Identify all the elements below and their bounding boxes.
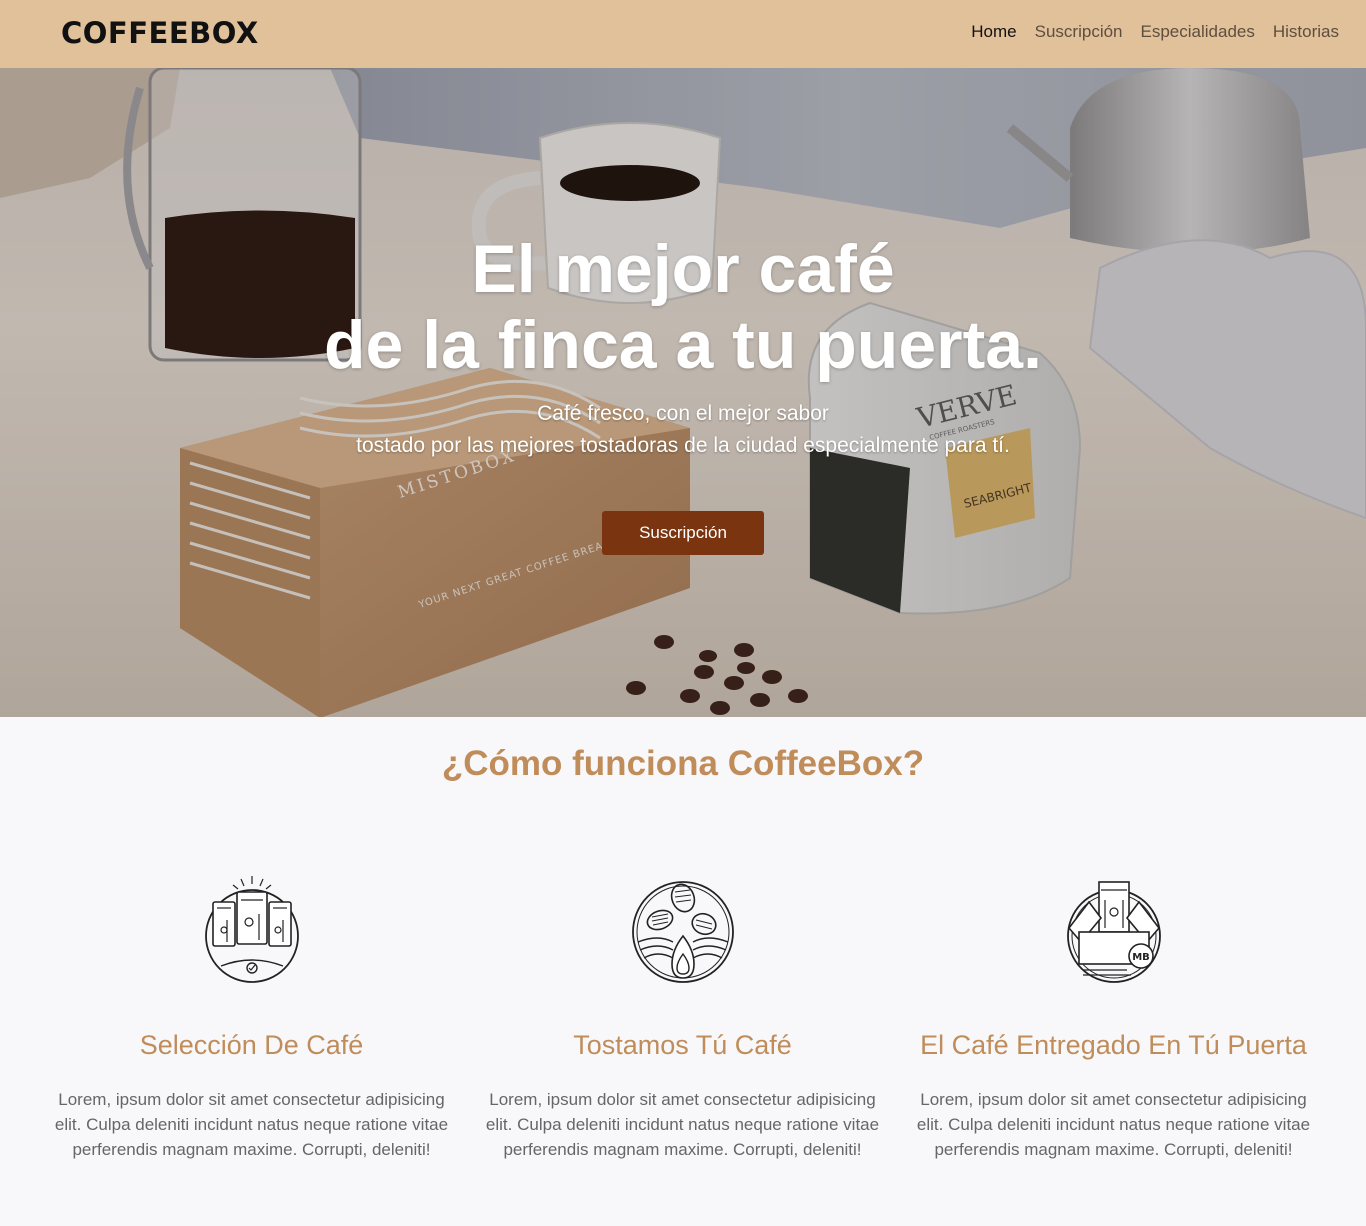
brand-logo[interactable]: COFFEEBOX	[61, 16, 259, 50]
step-description: Lorem, ipsum dolor sit amet consectetur …	[916, 1090, 1311, 1159]
hero-subtitle-line1: Café fresco, con el mejor sabor	[537, 402, 829, 425]
hero-section: MISTOBOX YOUR NEXT GREAT COFFEE BREAK HA…	[0, 68, 1366, 717]
step-title: Selección De Café	[139, 1030, 364, 1060]
step-description: Lorem, ipsum dolor sit amet consectetur …	[54, 1090, 449, 1159]
hero-subtitle: Café fresco, con el mejor sabor tostado …	[0, 398, 1366, 462]
hero-title: El mejor café de la finca a tu puerta.	[0, 231, 1366, 383]
hero-subtitle-line2: tostado por las mejores tostadoras de la…	[356, 434, 1010, 457]
nav-link-especialidades[interactable]: Especialidades	[1141, 22, 1255, 42]
navbar: COFFEEBOX Home Suscripción Especialidade…	[0, 0, 1366, 68]
subscribe-button[interactable]: Suscripción	[602, 511, 764, 555]
hero-title-line1: El mejor café	[471, 231, 895, 307]
step-seleccion: Selección De Café Lorem, ipsum dolor sit…	[36, 870, 467, 1162]
step-entregado: MB El Café Entregado En Tú Puerta Lorem,…	[898, 870, 1329, 1162]
hero-overlay	[0, 68, 1366, 717]
nav-link-suscripcion[interactable]: Suscripción	[1035, 22, 1123, 42]
step-tostamos: Tostamos Tú Café Lorem, ipsum dolor sit …	[467, 870, 898, 1162]
roasting-beans-icon	[631, 881, 734, 983]
hero-title-line2: de la finca a tu puerta.	[324, 307, 1042, 383]
step-title: El Café Entregado En Tú Puerta	[920, 1030, 1307, 1060]
main-nav: Home Suscripción Especialidades Historia…	[971, 22, 1339, 42]
nav-link-historias[interactable]: Historias	[1273, 22, 1339, 42]
coffee-bags-icon	[204, 876, 299, 983]
delivery-box-icon: MB	[1066, 881, 1161, 983]
delivery-box-icon-text: MB	[1132, 952, 1150, 963]
how-it-works-title: ¿Cómo funciona CoffeeBox?	[441, 744, 925, 783]
step-title: Tostamos Tú Café	[573, 1030, 792, 1060]
step-description: Lorem, ipsum dolor sit amet consectetur …	[485, 1090, 880, 1159]
nav-link-home[interactable]: Home	[971, 22, 1016, 42]
